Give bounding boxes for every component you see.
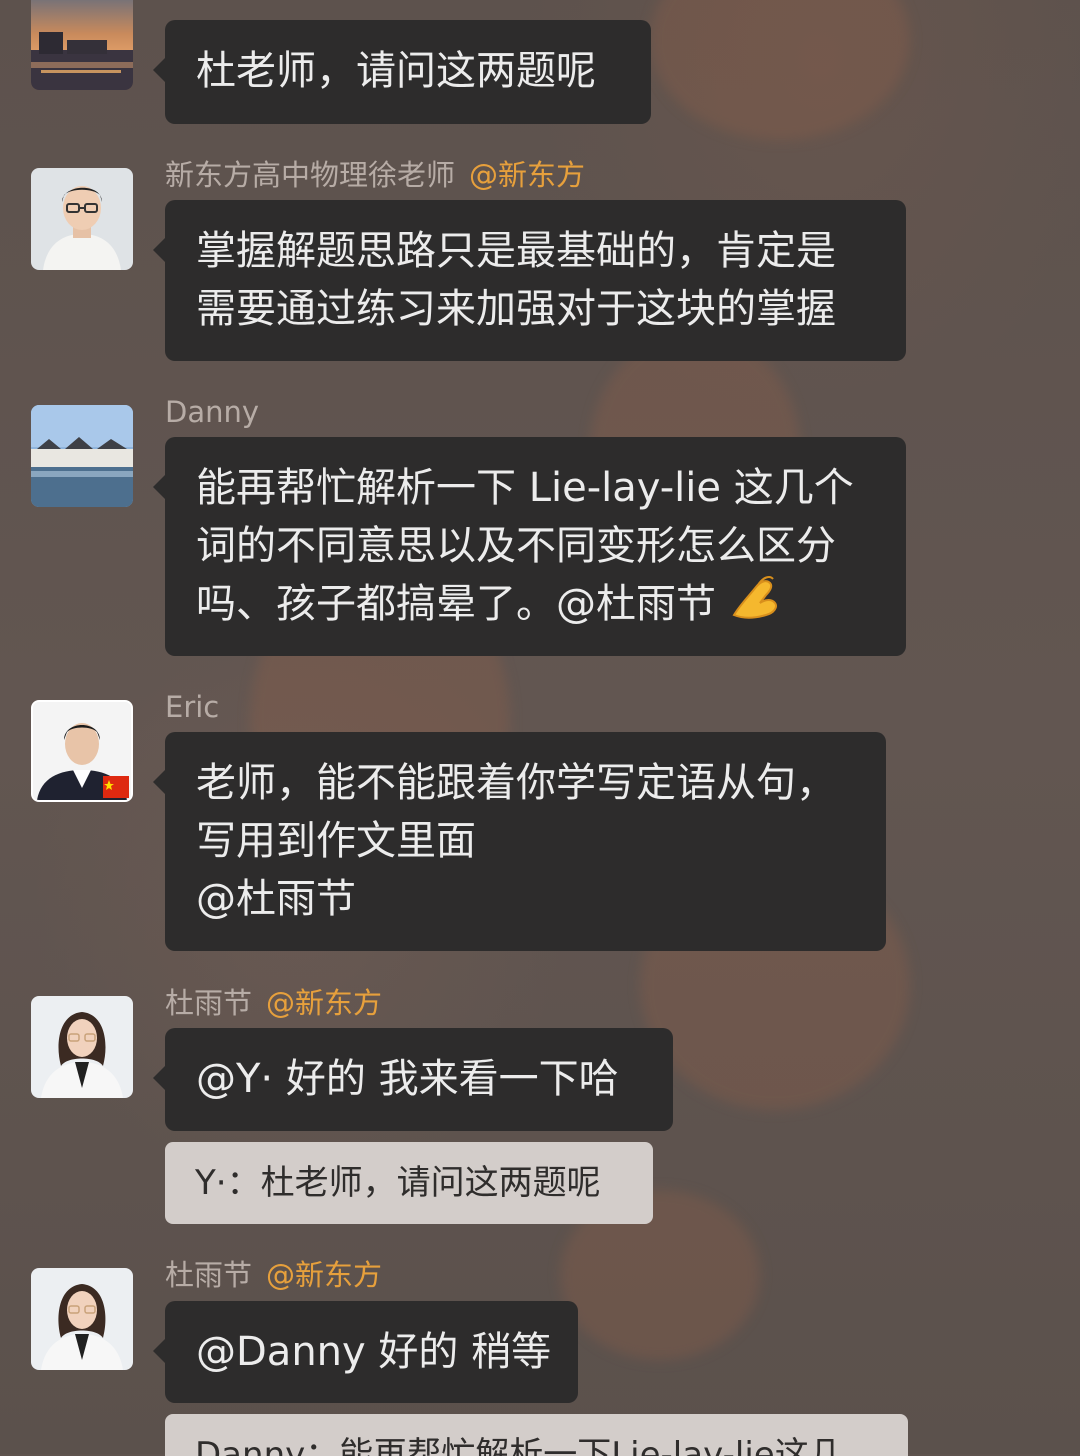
message-text-line: @杜雨节 [196,876,356,922]
message-text-line: 吗、孩子都搞晕了。@杜雨节 [196,575,874,637]
avatar-teacher-photo [31,168,133,270]
message-text-line: 写用到作文里面 [196,818,476,864]
avatar-water-town-image [31,405,133,507]
message-bubble[interactable]: 能再帮忙解析一下 Lie-lay-lie 这几个 词的不同意思以及不同变形怎么区… [153,437,906,656]
message-text-line: 杜老师，请问这两题呢 [196,48,596,94]
sender-name: Danny [165,398,259,427]
avatar[interactable] [31,996,133,1098]
quoted-message-text: Danny：能再帮忙解析一下Lie-lay-lie这几 [195,1435,843,1456]
sender-name: 杜雨节 @新东方 [165,1261,382,1290]
org-tag[interactable]: @新东方 [469,158,585,192]
message-text-segment: 吗、孩子都搞晕了。@杜雨节 [196,581,716,627]
sender-name-text: 杜雨节 [165,986,253,1020]
message-bubble[interactable]: 杜老师，请问这两题呢 [153,20,651,124]
org-tag[interactable]: @新东方 [266,1258,382,1292]
avatar[interactable] [31,1268,133,1370]
message-bubble[interactable]: 掌握解题思路只是最基础的，肯定是 需要通过练习来加强对于这块的掌握 [153,200,906,361]
sender-name-text: Eric [165,690,220,724]
sender-name: 杜雨节 @新东方 [165,989,382,1018]
message-text-line: 词的不同意思以及不同变形怎么区分 [196,523,836,569]
background-shape [650,0,910,140]
sender-name-text: Danny [165,395,260,429]
avatar-teacher-photo [31,1268,133,1370]
message-bubble[interactable]: @Y· 好的 我来看一下哈 [153,1028,673,1131]
org-tag[interactable]: @新东方 [266,986,382,1020]
message-text-line: 能再帮忙解析一下 Lie-lay-lie 这几个 [196,465,854,511]
message-text-line: @Y· 好的 我来看一下哈 [196,1056,619,1102]
avatar[interactable] [31,700,133,802]
message-text-line: 老师，能不能跟着你学写定语从句， [196,760,836,806]
message-bubble[interactable]: 老师，能不能跟着你学写定语从句， 写用到作文里面 @杜雨节 [153,732,886,951]
pinching-hand-emoji-icon [730,575,780,637]
avatar[interactable] [31,0,133,90]
avatar[interactable] [31,405,133,507]
avatar-teacher-photo [31,996,133,1098]
quoted-message[interactable]: Y·：杜老师，请问这两题呢 [165,1142,653,1224]
sender-name: 新东方高中物理徐老师 @新东方 [165,161,585,190]
message-bubble[interactable]: @Danny 好的 稍等 [153,1301,578,1403]
quoted-message-text: Y·：杜老师，请问这两题呢 [195,1163,601,1203]
sender-name-text: 新东方高中物理徐老师 [165,158,456,192]
message-text-line: 需要通过练习来加强对于这块的掌握 [196,286,836,332]
sender-name-text: 杜雨节 [165,1258,253,1292]
sender-name: Eric [165,693,219,722]
avatar-sunset-harbor-image [31,0,133,90]
avatar[interactable] [31,168,133,270]
quoted-message[interactable]: Danny：能再帮忙解析一下Lie-lay-lie这几 [165,1414,908,1456]
message-text-line: 掌握解题思路只是最基础的，肯定是 [196,228,836,274]
message-text-line: @Danny 好的 稍等 [196,1329,552,1375]
avatar-portrait-photo [33,702,131,800]
